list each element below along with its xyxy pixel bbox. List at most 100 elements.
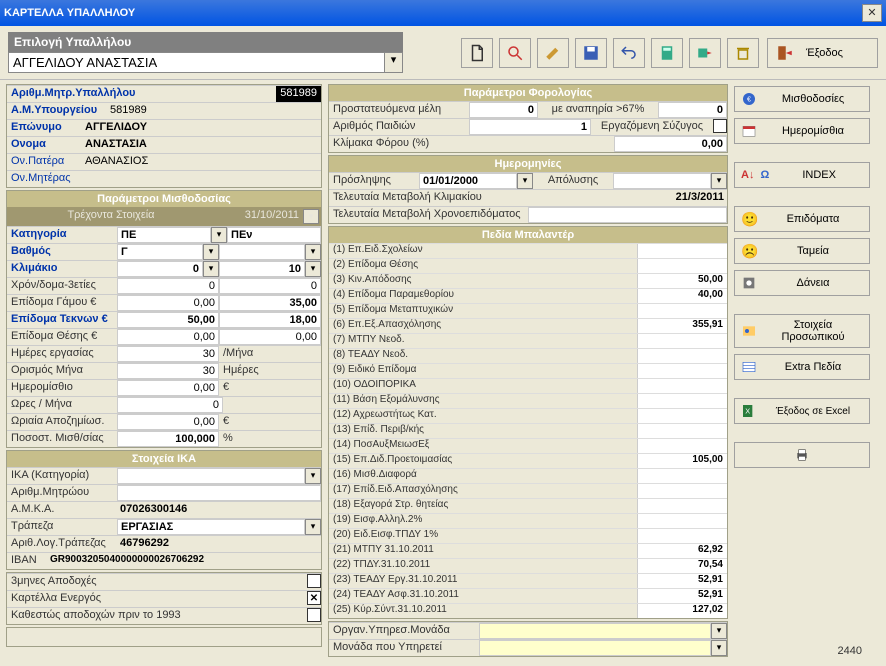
index-button[interactable]: A↓ΩINDEX	[734, 162, 870, 188]
balander-value[interactable]	[637, 484, 727, 498]
years1[interactable]: 0	[117, 278, 219, 294]
org-label: Οργαν.Υπηρεσ.Μονάδα	[329, 623, 479, 639]
workdays[interactable]: 30	[117, 346, 219, 362]
ika-reg[interactable]	[117, 485, 321, 501]
print-button[interactable]	[734, 442, 870, 468]
balander-value[interactable]	[637, 514, 727, 528]
marriage-label: Επίδομα Γάμου €	[7, 295, 117, 311]
tri-checkbox[interactable]	[307, 574, 321, 588]
step1[interactable]: 0	[117, 261, 203, 277]
payrolls-button[interactable]: €Μισθοδοσίες	[734, 86, 870, 112]
balander-row: (23) ΤΕΑΔΥ Εργ.31.10.201152,91	[329, 573, 727, 588]
daily[interactable]: 0,00	[117, 380, 219, 396]
kids[interactable]: 1	[469, 119, 591, 135]
balander-value[interactable]: 52,91	[637, 589, 727, 603]
pct[interactable]: 100,000	[117, 431, 219, 447]
balander-value[interactable]	[637, 244, 727, 258]
staff-button[interactable]: ΣτοιχείαΠροσωπικού	[734, 314, 870, 348]
daily-button[interactable]: Ημερομίσθια	[734, 118, 870, 144]
ika-cat-dd[interactable]: ▾	[305, 468, 321, 484]
balander-value[interactable]: 40,00	[637, 289, 727, 303]
position1[interactable]: 0,00	[117, 329, 219, 345]
fire-dd[interactable]: ▾	[711, 173, 727, 189]
hire[interactable]: 01/01/2000	[419, 173, 517, 189]
delete-button[interactable]	[727, 38, 759, 68]
edit-button[interactable]	[537, 38, 569, 68]
unit-dd[interactable]: ▾	[711, 640, 727, 656]
hire-dd[interactable]: ▾	[517, 173, 533, 189]
disab[interactable]: 0	[658, 102, 727, 118]
balander-value[interactable]: 50,00	[637, 274, 727, 288]
balander-value[interactable]: 105,00	[637, 454, 727, 468]
balander-value[interactable]	[637, 409, 727, 423]
employee-dropdown-button[interactable]: ▾	[385, 52, 403, 73]
pct-unit: %	[219, 431, 321, 447]
balander-value[interactable]	[637, 469, 727, 483]
payroll-subhdr-date: 31/10/2011	[213, 209, 303, 224]
export-button[interactable]	[689, 38, 721, 68]
balander-value[interactable]: 70,54	[637, 559, 727, 573]
marriage1[interactable]: 0,00	[117, 295, 219, 311]
step-label: Κλιμάκιο	[7, 261, 117, 277]
balander-value[interactable]: 127,02	[637, 604, 727, 618]
workdays-unit: /Μήνα	[219, 346, 321, 362]
ika-cat[interactable]	[117, 468, 305, 484]
bank[interactable]: ΕΡΓΑΣΙΑΣ	[117, 519, 305, 535]
step-dd2[interactable]: ▾	[305, 261, 321, 277]
extra-fields-button[interactable]: Extra Πεδία	[734, 354, 870, 380]
cat-value[interactable]: ΠΕ	[117, 227, 211, 243]
exit-button[interactable]: Έξοδος	[767, 38, 878, 68]
balander-value[interactable]	[637, 424, 727, 438]
prot[interactable]: 0	[469, 102, 538, 118]
new-button[interactable]	[461, 38, 493, 68]
bank-dd[interactable]: ▾	[305, 519, 321, 535]
employee-select-input[interactable]	[8, 52, 385, 73]
active-checkbox[interactable]: ✕	[307, 591, 321, 605]
grade-dd2[interactable]: ▾	[305, 244, 321, 260]
date-dd[interactable]: ▾	[303, 209, 319, 224]
hours[interactable]: 0	[117, 397, 223, 413]
step-dd[interactable]: ▾	[203, 261, 219, 277]
balander-label: (3) Κιν.Απόδοσης	[329, 274, 637, 288]
balander-label: (5) Επίδομα Μεταπτυχικών	[329, 304, 637, 318]
balander-label: (13) Επίδ. Περιβ/κής	[329, 424, 637, 438]
balander-value[interactable]	[637, 439, 727, 453]
org-dd[interactable]: ▾	[711, 623, 727, 639]
balander-value[interactable]	[637, 529, 727, 543]
balander-value[interactable]	[637, 334, 727, 348]
grade-dd[interactable]: ▾	[203, 244, 219, 260]
allowances-button[interactable]: 🙂Επιδόματα	[734, 206, 870, 232]
scale[interactable]: 0,00	[614, 136, 727, 152]
pre93-checkbox[interactable]	[307, 608, 321, 622]
balander-value[interactable]: 62,92	[637, 544, 727, 558]
search-button[interactable]	[499, 38, 531, 68]
funds-button[interactable]: ☹️Ταμεία	[734, 238, 870, 264]
balander-value[interactable]	[637, 364, 727, 378]
grade-value[interactable]: Γ	[117, 244, 203, 260]
balander-value[interactable]	[637, 259, 727, 273]
org-value[interactable]	[479, 623, 711, 639]
undo-button[interactable]	[613, 38, 645, 68]
fire[interactable]	[613, 173, 711, 189]
close-button[interactable]: ✕	[862, 4, 882, 22]
balander-label: (25) Κύρ.Σύντ.31.10.2011	[329, 604, 637, 618]
export-excel-button[interactable]: XΈξοδος σε Excel	[734, 398, 870, 424]
spouse-checkbox[interactable]	[713, 119, 727, 133]
balander-value[interactable]	[637, 499, 727, 513]
balander-value[interactable]: 355,91	[637, 319, 727, 333]
children1[interactable]: 50,00	[117, 312, 219, 328]
balander-value[interactable]	[637, 394, 727, 408]
unit-value[interactable]	[479, 640, 711, 656]
cat-dd[interactable]: ▾	[211, 227, 227, 243]
save-button[interactable]	[575, 38, 607, 68]
calc-button[interactable]	[651, 38, 683, 68]
hourly[interactable]: 0,00	[117, 414, 219, 430]
balander-value[interactable]	[637, 349, 727, 363]
iban-label: IBAN	[7, 553, 47, 569]
balander-value[interactable]: 52,91	[637, 574, 727, 588]
balander-value[interactable]	[637, 379, 727, 393]
balander-label: (16) Μισθ.Διαφορά	[329, 469, 637, 483]
monthdef[interactable]: 30	[117, 363, 219, 379]
loans-button[interactable]: Δάνεια	[734, 270, 870, 296]
balander-value[interactable]	[637, 304, 727, 318]
